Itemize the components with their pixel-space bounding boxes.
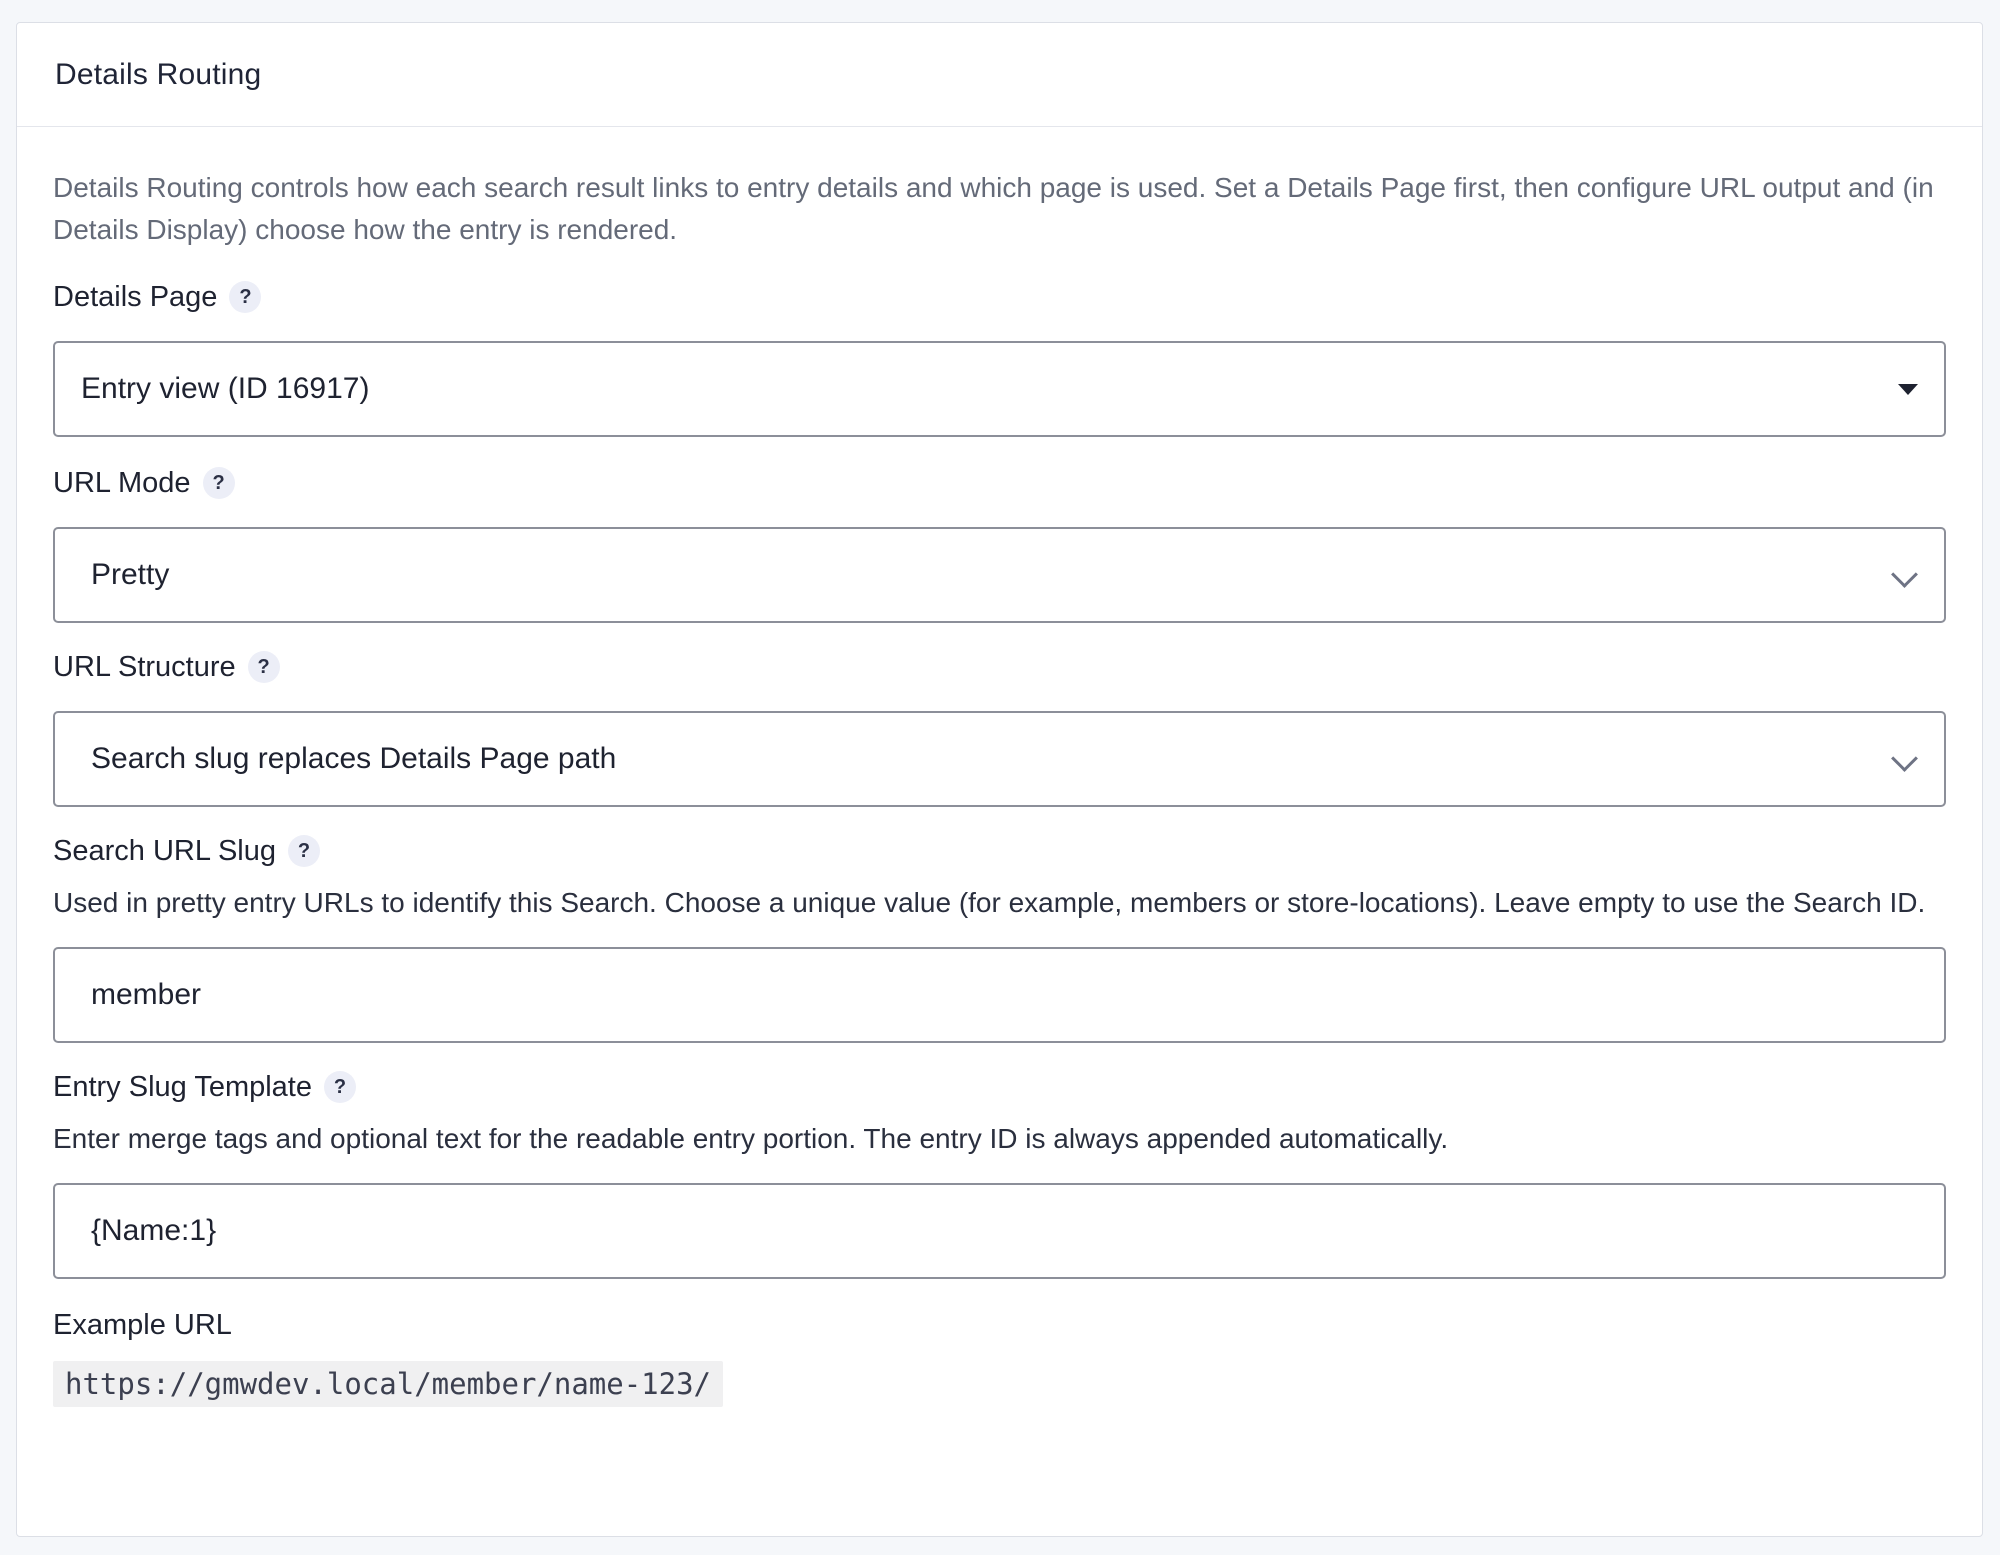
panel-body: Details Routing controls how each search…	[17, 127, 1982, 1407]
url-mode-label-text: URL Mode	[53, 466, 191, 499]
example-url-code: https://gmwdev.local/member/name-123/	[53, 1361, 724, 1407]
entry-slug-template-input-value: {Name:1}	[91, 1214, 217, 1247]
search-url-slug-description: Used in pretty entry URLs to identify th…	[53, 887, 1926, 918]
details-page-help-icon[interactable]: ?	[229, 281, 262, 313]
entry-slug-template-input[interactable]: {Name:1}	[53, 1183, 1946, 1279]
url-structure-help-icon[interactable]: ?	[247, 651, 280, 683]
url-mode-help-icon[interactable]: ?	[202, 467, 235, 499]
url-structure-select[interactable]: Search slug replaces Details Page path	[53, 711, 1946, 807]
search-url-slug-input[interactable]: member	[53, 947, 1946, 1043]
chevron-down-icon	[1891, 745, 1918, 772]
search-url-slug-label: Search URL Slug ?	[53, 831, 1946, 871]
url-structure-label-text: URL Structure	[53, 650, 236, 683]
chevron-down-icon	[1891, 561, 1918, 588]
url-structure-select-value: Search slug replaces Details Page path	[91, 742, 617, 775]
url-mode-label: URL Mode ?	[53, 463, 1946, 503]
details-page-label-text: Details Page	[53, 280, 218, 313]
example-url-label: Example URL	[53, 1305, 1946, 1345]
panel-intro: Details Routing controls how each search…	[53, 172, 1934, 245]
panel-header: Details Routing	[17, 23, 1982, 127]
entry-slug-template-help-icon[interactable]: ?	[324, 1071, 356, 1103]
entry-slug-template-label-text: Entry Slug Template	[53, 1070, 312, 1103]
url-mode-select-value: Pretty	[91, 558, 170, 591]
search-url-slug-input-value: member	[91, 978, 202, 1011]
url-structure-label: URL Structure ?	[53, 647, 1946, 687]
panel-title: Details Routing	[55, 57, 262, 91]
search-url-slug-label-text: Search URL Slug	[53, 834, 276, 867]
details-page-select-value: Entry view (ID 16917)	[81, 372, 370, 405]
example-url-label-text: Example URL	[53, 1308, 232, 1341]
search-url-slug-help-icon[interactable]: ?	[287, 835, 320, 867]
details-page-select[interactable]: Entry view (ID 16917)	[53, 341, 1946, 437]
entry-slug-template-description: Enter merge tags and optional text for t…	[53, 1123, 1449, 1154]
url-mode-select[interactable]: Pretty	[53, 527, 1946, 623]
caret-down-icon	[1898, 384, 1918, 395]
entry-slug-template-label: Entry Slug Template ?	[53, 1067, 1946, 1107]
details-page-label: Details Page ?	[53, 277, 1946, 317]
details-routing-panel: Details Routing Details Routing controls…	[16, 22, 1983, 1537]
